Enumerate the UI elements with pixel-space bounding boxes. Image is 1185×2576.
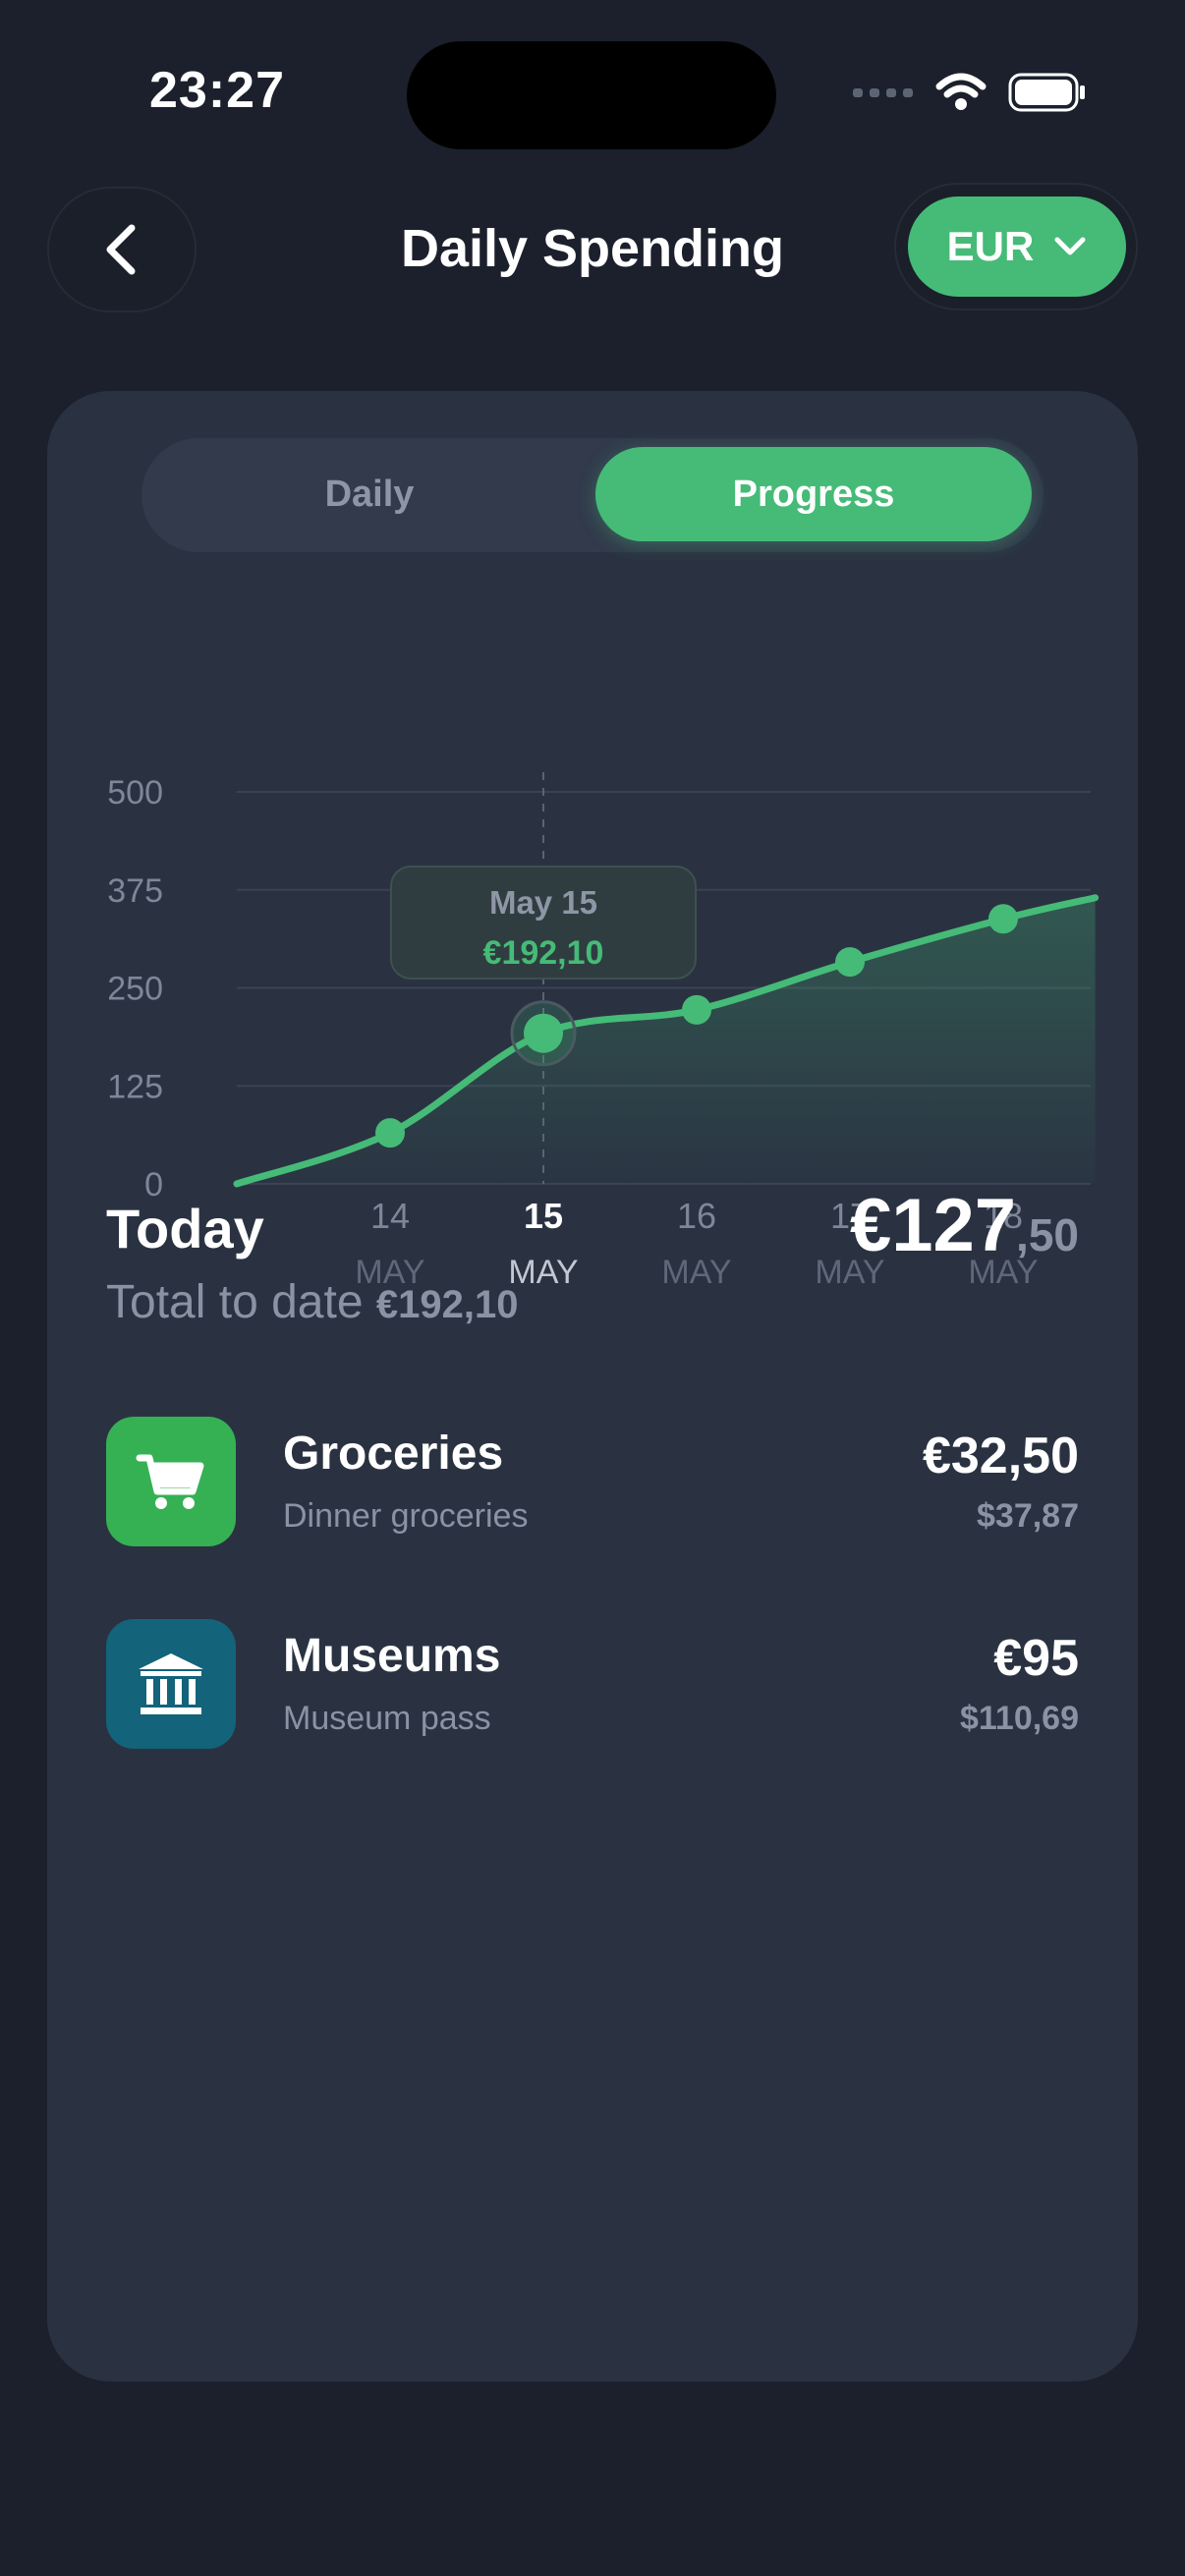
chart-tooltip: May 15 €192,10 xyxy=(390,866,697,980)
status-bar: 23:27 xyxy=(0,0,1185,187)
museum-icon xyxy=(106,1619,236,1749)
wifi-icon xyxy=(935,73,987,110)
tooltip-date: May 15 xyxy=(489,884,597,921)
status-time: 23:27 xyxy=(149,62,285,119)
total-value: €192,10 xyxy=(375,1283,519,1326)
today-amount-main: €127 xyxy=(849,1184,1017,1267)
shopping-cart-icon xyxy=(106,1417,236,1546)
y-tick-label: 125 xyxy=(107,1068,163,1105)
chart-svg[interactable]: May 15 €192,10 500375250125014MAY15MAY16… xyxy=(47,578,1138,1521)
tooltip-value: €192,10 xyxy=(483,934,604,972)
currency-label: EUR xyxy=(946,223,1035,269)
chevron-down-icon xyxy=(1054,237,1086,255)
data-point[interactable] xyxy=(988,904,1018,934)
data-point-selected[interactable] xyxy=(524,1013,563,1053)
tab-daily[interactable]: Daily xyxy=(151,447,588,541)
dynamic-island xyxy=(407,41,776,149)
expense-subtitle: Museum pass xyxy=(283,1700,491,1737)
expense-subtitle: Dinner groceries xyxy=(283,1497,529,1535)
expense-converted-amount: $110,69 xyxy=(959,1700,1079,1737)
spending-chart: May 15 €192,10 500 375 250 125 0 14 MAY 15 MAY 16… xyxy=(47,578,1138,1521)
x-tick-day: 14 xyxy=(370,1196,410,1236)
x-tick-month: MAY xyxy=(508,1254,578,1291)
x-tick-month: MAY xyxy=(661,1254,731,1291)
total-to-date: Total to date €192,10 xyxy=(106,1275,518,1329)
today-amount-cents: ,50 xyxy=(1016,1209,1079,1260)
x-tick-day: 16 xyxy=(677,1196,716,1236)
expense-row-museums[interactable]: Museums Museum pass €95 $110,69 xyxy=(106,1619,1079,1749)
expense-amount: €95 xyxy=(993,1630,1079,1687)
expense-title: Museums xyxy=(283,1630,501,1682)
expense-title: Groceries xyxy=(283,1428,504,1480)
y-tick-label: 250 xyxy=(107,971,163,1008)
view-toggle: Daily Progress xyxy=(141,438,1044,552)
y-tick-label: 375 xyxy=(107,872,163,910)
navigation-bar: Daily Spending EUR xyxy=(0,177,1185,314)
total-label: Total to date xyxy=(106,1276,364,1328)
currency-button[interactable]: EUR xyxy=(908,196,1126,297)
data-point[interactable] xyxy=(375,1118,405,1148)
expense-amount: €32,50 xyxy=(922,1428,1079,1484)
today-label: Today xyxy=(106,1198,264,1260)
tab-progress[interactable]: Progress xyxy=(595,447,1032,541)
today-amount: €127,50 xyxy=(850,1183,1079,1268)
expense-row-groceries[interactable]: Groceries Dinner groceries €32,50 $37,87 xyxy=(106,1417,1079,1546)
spending-card: Daily Progress May 15 €192,10 500 375 250 1… xyxy=(47,391,1138,2381)
data-point[interactable] xyxy=(682,994,711,1025)
status-icons xyxy=(853,73,1087,112)
signal-icon xyxy=(853,88,913,97)
currency-selector: EUR xyxy=(894,183,1138,310)
data-point[interactable] xyxy=(835,947,865,978)
x-tick-day: 15 xyxy=(524,1196,563,1236)
expense-converted-amount: $37,87 xyxy=(977,1497,1079,1535)
y-tick-label: 500 xyxy=(107,774,163,812)
battery-icon xyxy=(1008,73,1085,112)
